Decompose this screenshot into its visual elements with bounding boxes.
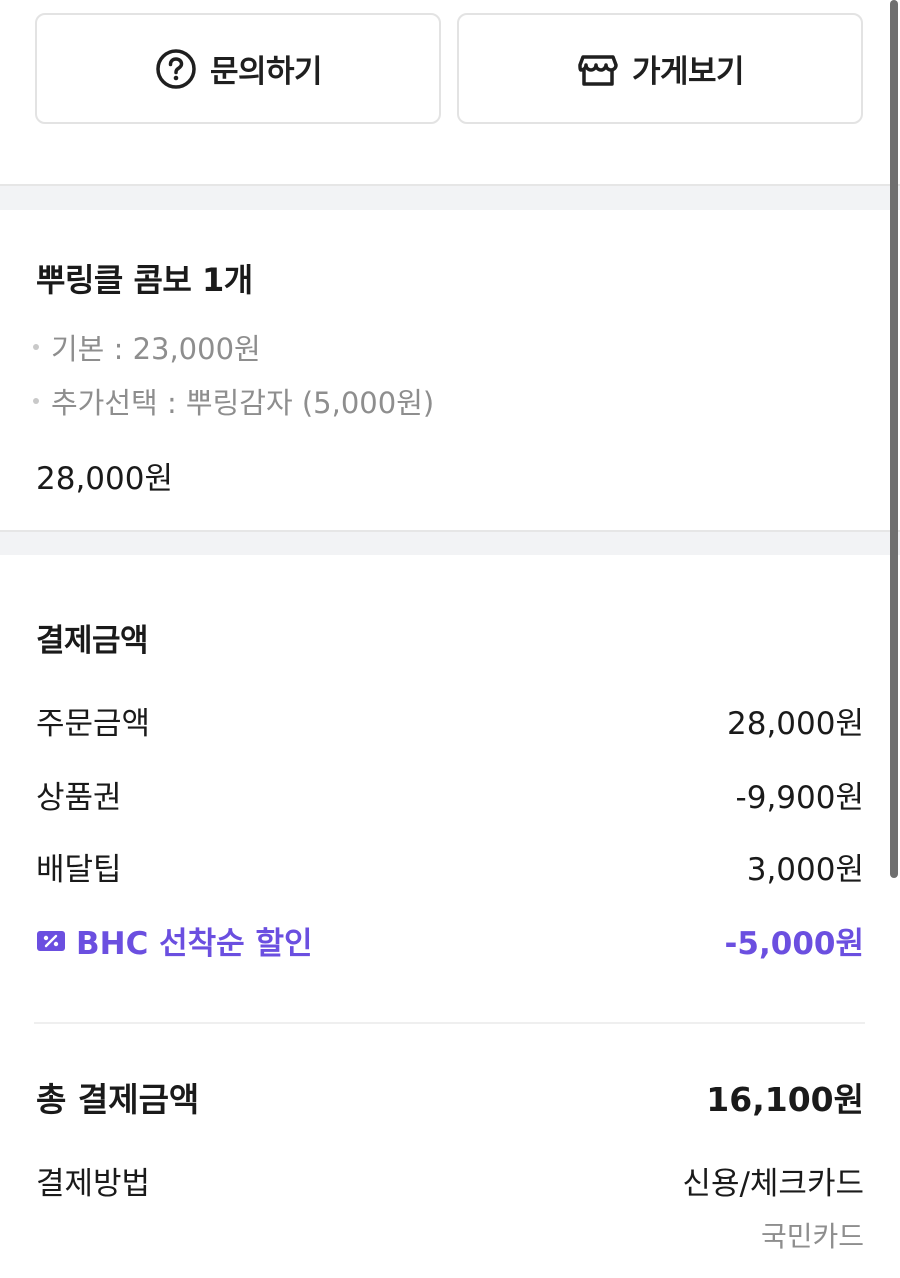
view-store-button[interactable]: 가게보기: [457, 13, 863, 124]
total-label: 총 결제금액: [36, 1080, 200, 1119]
question-circle-icon: [154, 47, 198, 91]
discount-label-group: BHC 선착순 할인: [36, 918, 313, 963]
discount-value: -5,000원: [724, 926, 864, 962]
store-icon: [576, 47, 620, 91]
method-label: 결제방법: [36, 1166, 151, 1202]
item-title: 뿌링클 콤보 1개: [36, 261, 253, 299]
row-value: -9,900원: [735, 780, 864, 816]
option-line: 추가선택 : 뿌링감자 (5,000원): [33, 380, 434, 422]
scrollbar[interactable]: [890, 0, 898, 878]
card-name: 국민카드: [760, 1220, 864, 1253]
coupon-icon: [36, 929, 66, 953]
gift-card-row: 상품권 -9,900원: [36, 772, 864, 817]
payment-section: 결제금액 주문금액 28,000원 상품권 -9,900원 배달팁 3,000원…: [0, 555, 900, 1278]
order-amount-row: 주문금액 28,000원: [36, 698, 864, 743]
row-label: 상품권: [36, 780, 122, 816]
order-item-section: 뿌링클 콤보 1개 기본 : 23,000원 추가선택 : 뿌링감자 (5,00…: [0, 210, 900, 530]
divider-line: [34, 1022, 865, 1024]
item-price: 28,000원: [36, 461, 173, 497]
method-values: 신용/체크카드 국민카드: [682, 1158, 864, 1255]
payment-method-row: 결제방법 신용/체크카드 국민카드: [36, 1158, 864, 1255]
bullet-dot: [33, 344, 39, 350]
method-value: 신용/체크카드: [682, 1166, 864, 1202]
discount-row: BHC 선착순 할인 -5,000원: [36, 918, 864, 963]
inquiry-label: 문의하기: [209, 54, 323, 90]
total-value: 16,100원: [706, 1080, 864, 1119]
bullet-dot: [33, 398, 39, 404]
payment-heading: 결제금액: [36, 623, 149, 659]
row-value: 3,000원: [746, 852, 864, 888]
option-text: 추가선택 : 뿌링감자 (5,000원): [51, 386, 435, 420]
option-line: 기본 : 23,000원: [33, 326, 261, 368]
row-value: 28,000원: [727, 706, 864, 742]
row-label: 주문금액: [36, 706, 151, 742]
row-label: 배달팁: [36, 852, 122, 888]
view-store-label: 가게보기: [631, 54, 745, 90]
option-text: 기본 : 23,000원: [51, 332, 261, 366]
delivery-tip-row: 배달팁 3,000원: [36, 844, 864, 889]
inquiry-button[interactable]: 문의하기: [35, 13, 441, 124]
total-row: 총 결제금액 16,100원: [36, 1073, 864, 1121]
discount-label: BHC 선착순 할인: [76, 926, 313, 962]
section-divider: [0, 184, 900, 210]
top-actions: 문의하기 가게보기: [0, 0, 900, 184]
section-divider: [0, 530, 900, 555]
